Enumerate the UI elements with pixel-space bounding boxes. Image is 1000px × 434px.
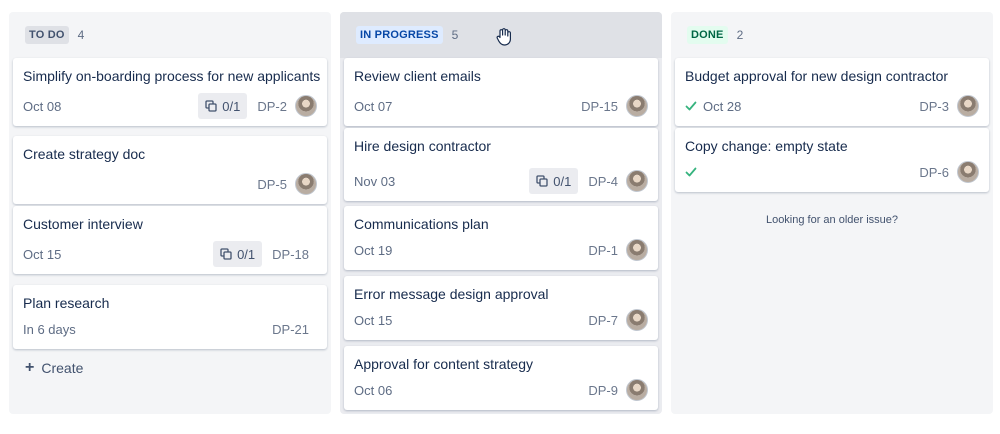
create-issue-button[interactable]: + Create — [25, 359, 84, 377]
avatar[interactable] — [626, 309, 648, 331]
column-in-progress: IN PROGRESS 5 Review client emails Oct 0… — [340, 12, 662, 414]
column-done: DONE 2 Budget approval for new design co… — [671, 12, 993, 414]
issue-key[interactable]: DP-15 — [581, 99, 618, 114]
avatar[interactable] — [295, 173, 317, 195]
card-title: Communications plan — [354, 216, 489, 232]
due-date: Oct 15 — [23, 246, 62, 262]
due-date: Oct 28 — [685, 99, 741, 114]
card-title: Budget approval for new design contracto… — [685, 68, 949, 84]
avatar[interactable] — [957, 161, 979, 183]
due-date: Oct 08 — [23, 98, 62, 114]
issue-card-dp-21[interactable]: Plan research In 6 days DP-21 — [13, 285, 327, 349]
column-title: IN PROGRESS — [356, 26, 443, 44]
card-title: Copy change: empty state — [685, 138, 848, 154]
issue-key[interactable]: DP-6 — [919, 165, 949, 180]
avatar[interactable] — [626, 95, 648, 117]
due-date: Oct 19 — [354, 242, 393, 258]
issue-card-dp-7[interactable]: Error message design approval Oct 15 DP-… — [344, 276, 658, 340]
subtask-count: 0/1 — [222, 98, 241, 114]
issue-key[interactable]: DP-2 — [257, 99, 287, 114]
issue-card-dp-6[interactable]: Copy change: empty state DP-6 — [675, 128, 989, 192]
issue-card-dp-4[interactable]: Hire design contractor Nov 03 0/1 DP-4 — [344, 128, 658, 201]
avatar[interactable] — [957, 95, 979, 117]
issue-key[interactable]: DP-18 — [272, 247, 309, 262]
avatar[interactable] — [295, 95, 317, 117]
card-title: Approval for content strategy — [354, 356, 533, 372]
column-title: TO DO — [25, 26, 69, 44]
issue-key[interactable]: DP-1 — [588, 243, 618, 258]
issue-card-dp-1[interactable]: Communications plan Oct 19 DP-1 — [344, 206, 658, 270]
issue-count: 2 — [736, 28, 744, 42]
plus-icon: + — [25, 359, 35, 376]
issue-count: 4 — [77, 28, 85, 42]
due-date: Nov 03 — [354, 173, 396, 189]
due-date: Oct 15 — [354, 312, 393, 328]
column-todo: TO DO 4 Simplify on-boarding process for… — [9, 12, 331, 414]
due-date — [685, 166, 697, 178]
subtask-badge[interactable]: 0/1 — [529, 168, 579, 194]
card-title: Plan research — [23, 295, 110, 311]
issue-card-dp-5[interactable]: Create strategy doc DP-5 — [13, 136, 327, 204]
due-date: Oct 07 — [354, 98, 393, 114]
card-title: Review client emails — [354, 68, 481, 84]
issue-card-dp-18[interactable]: Customer interview Oct 15 0/1 DP-18 — [13, 206, 327, 274]
subtask-count: 0/1 — [237, 246, 256, 262]
issue-card-dp-15[interactable]: Review client emails Oct 07 DP-15 — [344, 58, 658, 126]
older-issue-link[interactable]: Looking for an older issue? — [671, 214, 993, 226]
subtask-icon — [205, 100, 217, 112]
card-title: Simplify on-boarding process for new app… — [23, 68, 321, 84]
issue-card-dp-9[interactable]: Approval for content strategy Oct 06 DP-… — [344, 346, 658, 410]
avatar[interactable] — [626, 379, 648, 401]
subtask-badge[interactable]: 0/1 — [198, 93, 248, 119]
card-title: Create strategy doc — [23, 146, 146, 162]
column-header-done[interactable]: DONE 2 — [671, 12, 993, 58]
issue-key[interactable]: DP-5 — [257, 177, 287, 192]
column-header-todo[interactable]: TO DO 4 — [9, 12, 331, 58]
issue-card-dp-3[interactable]: Budget approval for new design contracto… — [675, 58, 989, 126]
kanban-board: TO DO 4 Simplify on-boarding process for… — [0, 0, 1000, 434]
card-title: Customer interview — [23, 216, 143, 232]
subtask-icon — [536, 175, 548, 187]
create-label: Create — [41, 360, 84, 376]
issue-key[interactable]: DP-3 — [919, 99, 949, 114]
card-title: Error message design approval — [354, 286, 549, 302]
issue-card-dp-2[interactable]: Simplify on-boarding process for new app… — [13, 58, 327, 126]
avatar[interactable] — [626, 239, 648, 261]
check-icon — [685, 167, 697, 177]
issue-count: 5 — [451, 28, 459, 42]
subtask-badge[interactable]: 0/1 — [213, 241, 263, 267]
issue-key[interactable]: DP-4 — [588, 174, 618, 189]
avatar[interactable] — [626, 170, 648, 192]
due-date-text: Oct 28 — [703, 98, 742, 114]
issue-key[interactable]: DP-7 — [588, 313, 618, 328]
due-date: In 6 days — [23, 321, 76, 337]
issue-key[interactable]: DP-21 — [272, 322, 309, 337]
card-title: Hire design contractor — [354, 138, 491, 154]
issue-key[interactable]: DP-9 — [588, 383, 618, 398]
check-icon — [685, 101, 697, 111]
subtask-count: 0/1 — [553, 173, 572, 189]
due-date: Oct 06 — [354, 382, 393, 398]
subtask-icon — [220, 248, 232, 260]
hand-grab-icon — [496, 28, 511, 46]
column-title: DONE — [687, 26, 728, 44]
